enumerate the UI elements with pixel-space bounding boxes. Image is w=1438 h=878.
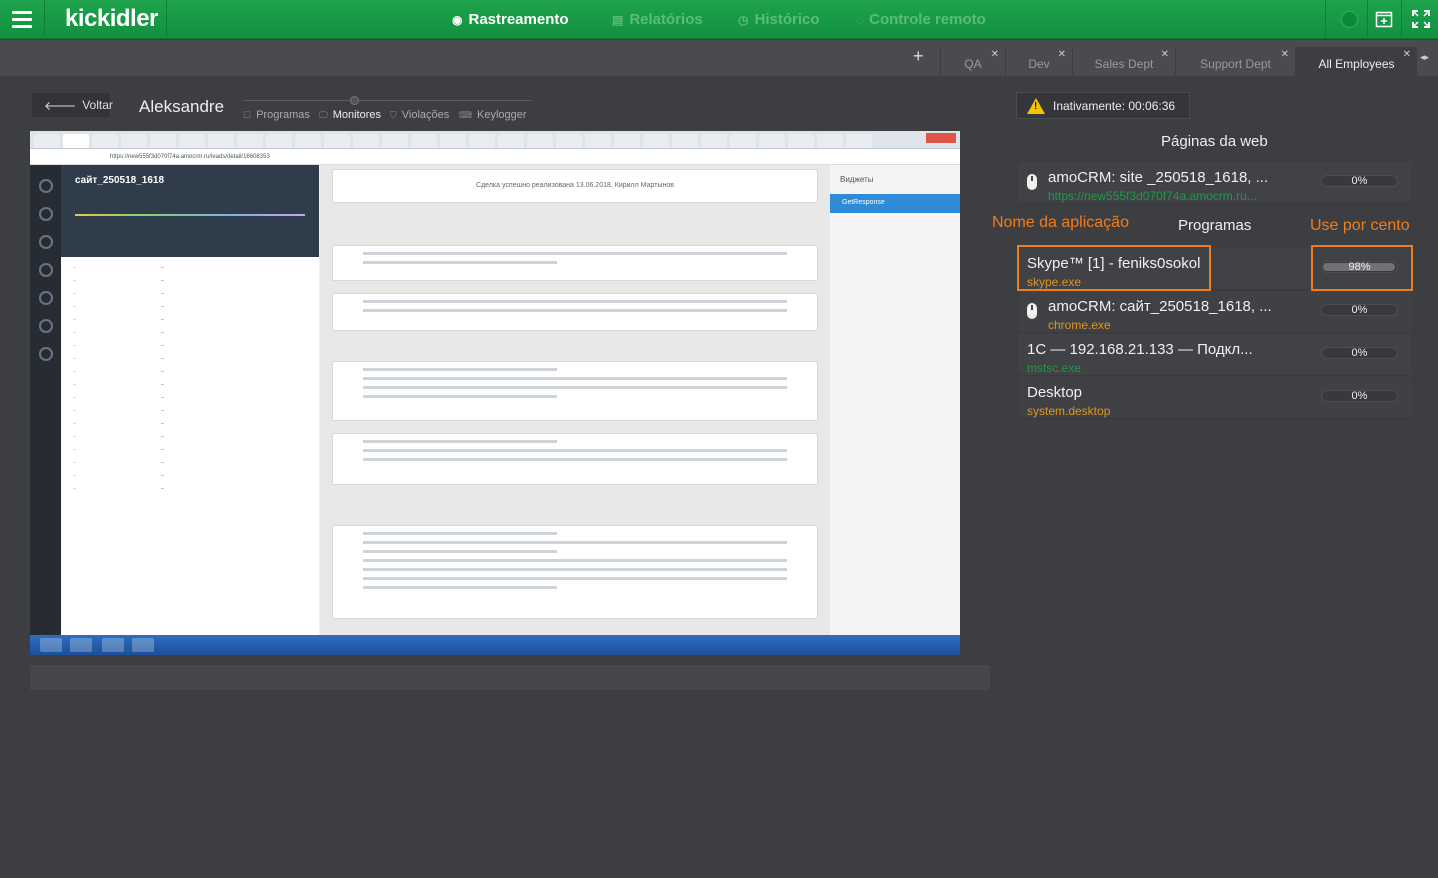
fullscreen-icon[interactable] — [1410, 8, 1432, 30]
nav-reports[interactable]: ▤ Relatórios — [612, 0, 703, 39]
tab-qa[interactable]: QA ✕ — [940, 47, 1005, 76]
hamburger-menu-icon[interactable] — [0, 0, 45, 39]
nav-tracking[interactable]: ◉ Rastreamento — [452, 0, 569, 39]
web-page-row[interactable]: amoCRM: site _250518_1618, ... https://n… — [1019, 162, 1411, 204]
status-indicator — [1341, 11, 1358, 28]
group-tab-bar: + QA ✕ Dev ✕ Sales Dept ✕ Support Dept ✕ All… — [0, 40, 1438, 76]
tab-all-employees[interactable]: All Employees ✕ — [1295, 47, 1417, 76]
close-icon[interactable]: ✕ — [1403, 49, 1411, 60]
monitor-icon: 🖵 — [319, 109, 328, 120]
program-row[interactable]: 1C — 192.168.21.133 — Подкл... mstsc.exe… — [1019, 334, 1411, 376]
add-window-icon[interactable] — [1373, 8, 1395, 30]
usage-bar: 0% — [1321, 304, 1398, 316]
submenu-violations[interactable]: ⛉ Violações — [390, 109, 449, 121]
submenu-monitors[interactable]: 🖵 Monitores — [319, 109, 381, 121]
mouse-icon — [1027, 174, 1037, 190]
eye-icon: ◉ — [452, 12, 463, 27]
crm-status-banner: Сделка успешно реализована 13.06.2018, К… — [476, 182, 674, 189]
crm-widgets-panel: Виджеты GetResponse — [830, 165, 960, 635]
tab-scroll-arrows-icon[interactable]: ◂▸ — [1420, 52, 1429, 63]
close-icon[interactable]: ✕ — [991, 49, 999, 60]
close-icon[interactable]: ✕ — [1281, 49, 1289, 60]
tab-sales-dept[interactable]: Sales Dept ✕ — [1072, 47, 1175, 76]
back-button[interactable]: 🡐 Voltar — [32, 93, 113, 117]
program-row[interactable]: amoCRM: сайт_250518_1618, ... chrome.exe… — [1019, 291, 1411, 333]
browser-tab-strip — [30, 131, 960, 149]
remote-icon: ◌ — [856, 12, 864, 27]
programs-title: Programas — [1178, 217, 1252, 234]
submenu-slider-knob[interactable] — [350, 96, 359, 105]
crm-feed: Сделка успешно реализована 13.06.2018, К… — [320, 165, 830, 635]
screen-capture[interactable]: https://new555f3d070f74a.amocrm.ru/leads… — [30, 131, 960, 655]
usage-bar: 0% — [1321, 347, 1398, 359]
close-icon[interactable]: ✕ — [1058, 49, 1066, 60]
window-icon: ☐ — [243, 109, 252, 120]
screen-scrollbar[interactable] — [30, 665, 990, 690]
report-icon: ▤ — [612, 12, 624, 27]
close-icon[interactable]: ✕ — [1161, 49, 1169, 60]
windows-taskbar — [30, 635, 960, 655]
keyboard-icon: ⌨ — [459, 109, 472, 120]
usage-bar: 0% — [1321, 390, 1398, 402]
usage-bar: 0% — [1321, 175, 1398, 187]
program-row[interactable]: Desktop system.desktop 0% — [1019, 377, 1411, 419]
history-icon: ◷ — [738, 12, 749, 27]
submenu-keylogger[interactable]: ⌨ Keylogger — [459, 109, 527, 121]
usage-annotation: Use por cento — [1310, 217, 1410, 234]
crm-lead-card: сайт_250518_1618 ‒ ‒ ‒ ‒ ‒ ‒ ‒ ‒ ‒ ‒ ‒ ‒ ‒ ‒ ‒ ‒ ‒ ‒ ‒ ‒ ‒ ‒ ‒… — [61, 165, 319, 635]
crm-widget-button: GetResponse — [830, 194, 960, 213]
app-name-annotation: Nome da aplicação — [992, 214, 1129, 231]
top-bar: kickidler ◉ Rastreamento ▤ Relatórios ◷ … — [0, 0, 1438, 39]
web-pages-title: Páginas da web — [1161, 133, 1268, 150]
warning-icon — [1027, 97, 1045, 114]
filter-icon: ⛉ — [390, 109, 397, 120]
arrow-left-icon: 🡐 — [44, 98, 77, 113]
nav-history[interactable]: ◷ Histórico — [738, 0, 820, 39]
employee-name: Aleksandre — [139, 97, 225, 116]
browser-address-bar: https://new555f3d070f74a.amocrm.ru/leads… — [30, 149, 960, 165]
crm-lead-title: сайт_250518_1618 — [75, 175, 165, 186]
submenu-programs[interactable]: ☐ Programas — [243, 109, 310, 121]
tab-support-dept[interactable]: Support Dept ✕ — [1175, 47, 1295, 76]
mouse-icon — [1027, 303, 1037, 319]
nav-remote-control[interactable]: ◌ Controle remoto — [856, 0, 986, 39]
inactive-badge: Inativamente: 00:06:36 — [1016, 92, 1190, 119]
crm-sidebar — [30, 165, 61, 635]
tab-dev[interactable]: Dev ✕ — [1005, 47, 1072, 76]
logo: kickidler — [65, 5, 158, 32]
usage-highlight — [1311, 245, 1413, 291]
view-submenu: ☐ Programas 🖵 Monitores ⛉ Violações ⌨ Keylog… — [243, 96, 531, 123]
app-name-highlight — [1017, 245, 1211, 291]
add-tab-button[interactable]: + — [913, 46, 924, 67]
